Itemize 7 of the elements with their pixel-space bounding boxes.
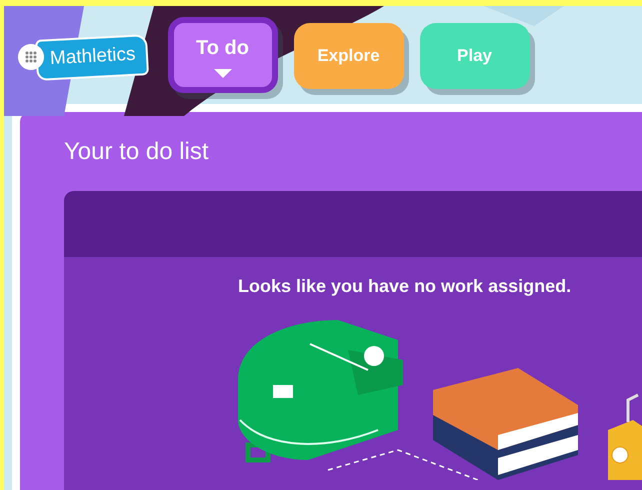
nav-tab[interactable]: To do — [168, 17, 278, 93]
nav-tab[interactable]: Explore — [294, 23, 404, 89]
logo[interactable]: Mathletics — [35, 34, 149, 80]
panel-title: Your to do list — [64, 138, 210, 167]
nav-tab[interactable]: Play — [420, 23, 530, 89]
caret-icon — [214, 68, 232, 78]
empty-message: Looks like you have no work assigned. — [238, 274, 572, 298]
